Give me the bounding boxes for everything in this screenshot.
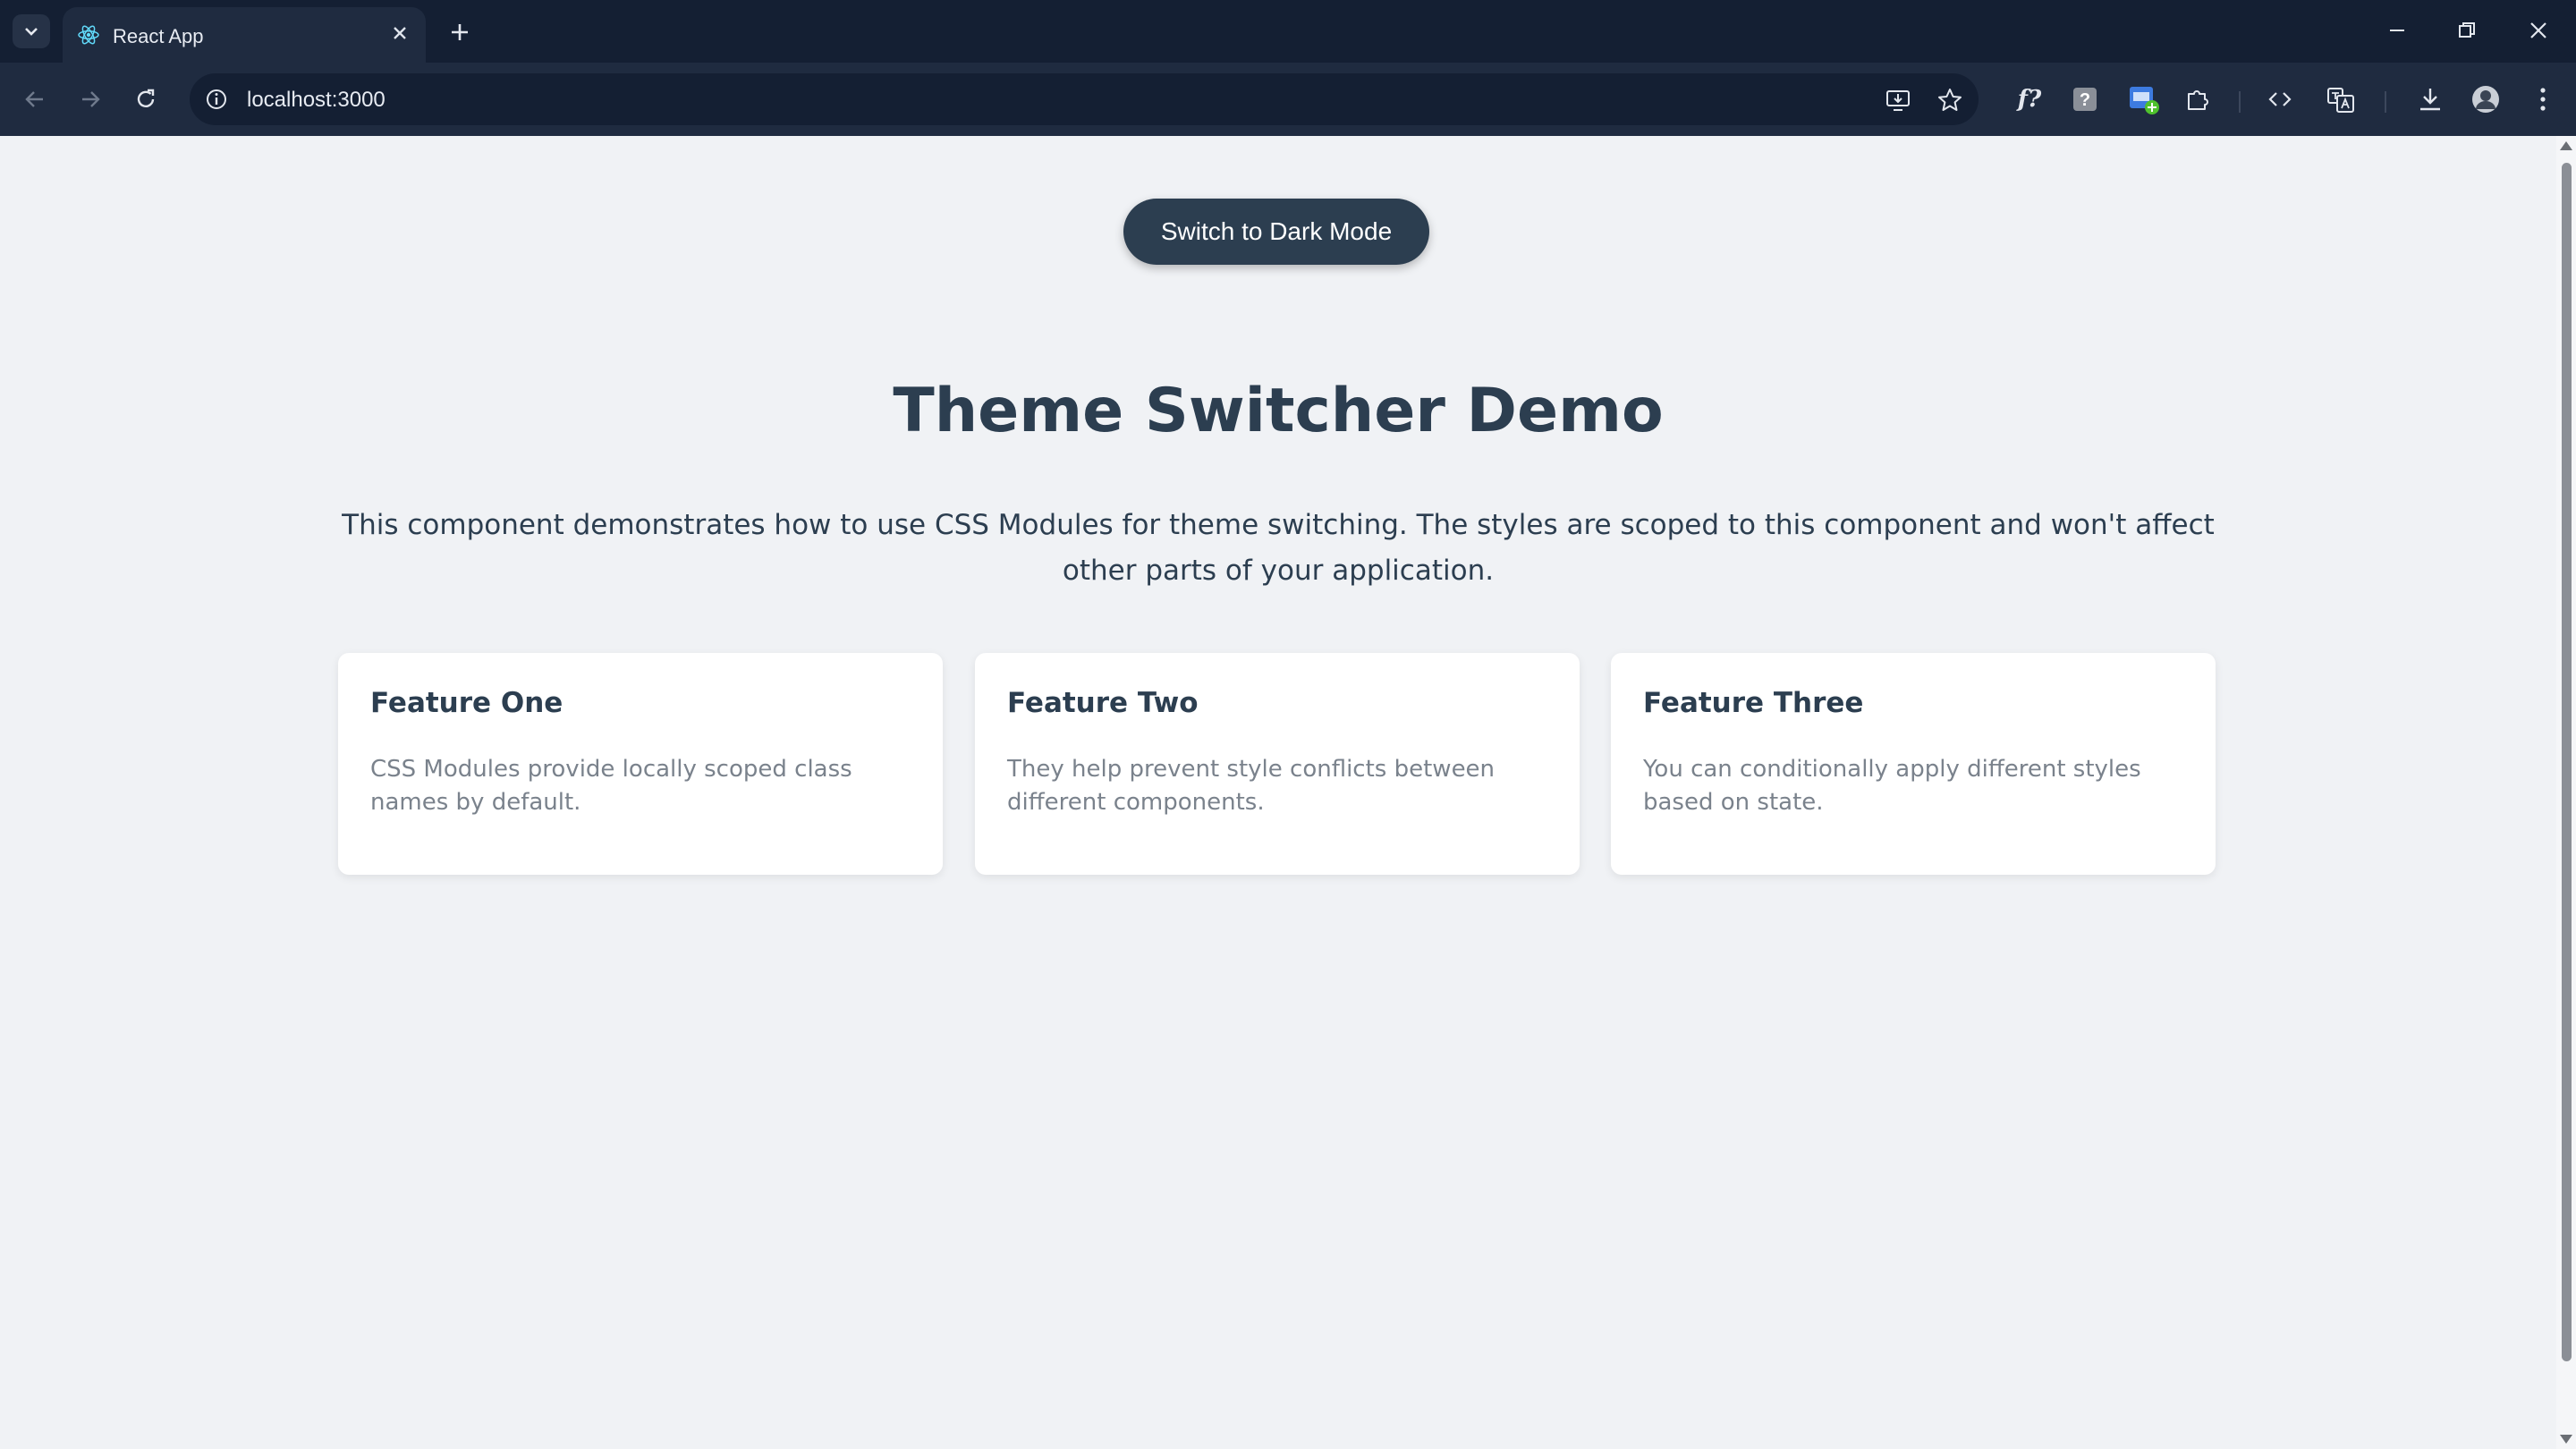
install-app-icon (1886, 90, 1910, 111)
reload-button[interactable] (127, 80, 165, 118)
close-icon (2530, 22, 2546, 38)
scroll-thumb[interactable] (2562, 163, 2572, 1361)
tab-react-app[interactable]: React App (63, 7, 426, 63)
feature-card-title: Feature Two (1007, 687, 1199, 719)
scroll-up-arrow[interactable] (2560, 141, 2572, 150)
arrow-right-icon (82, 91, 100, 107)
browser-toolbar: localhost:3000 f? ? (0, 63, 2576, 136)
reload-icon (137, 89, 155, 107)
avatar-icon (2472, 86, 2499, 113)
downloads-button[interactable] (2411, 80, 2449, 118)
scroll-down-arrow[interactable] (2560, 1435, 2572, 1444)
feature-card-title: Feature Three (1643, 687, 1864, 719)
extensions-button[interactable] (2179, 80, 2216, 118)
feature-card: Feature One CSS Modules provide locally … (338, 653, 943, 875)
back-button[interactable] (16, 80, 54, 118)
toolbar-separator (2239, 91, 2241, 113)
chevron-down-icon (25, 28, 38, 36)
extension-badge-button[interactable] (2125, 80, 2163, 118)
feature-card-text: CSS Modules provide locally scoped class… (370, 756, 852, 816)
extension-function-button[interactable]: f? (2011, 80, 2048, 118)
theme-toggle-button[interactable]: Switch to Dark Mode (1123, 199, 1429, 265)
forward-button[interactable] (72, 80, 109, 118)
address-bar[interactable]: localhost:3000 (190, 73, 1979, 125)
plus-icon (452, 24, 468, 40)
install-app-button[interactable] (1884, 86, 1912, 114)
close-window-button[interactable] (2512, 11, 2565, 50)
help-icon: ? (2073, 88, 2097, 111)
toolbar-separator (2385, 91, 2386, 113)
page-description: This component demonstrates how to use C… (342, 509, 2215, 587)
restore-button[interactable] (2440, 11, 2494, 50)
url-text[interactable]: localhost:3000 (247, 88, 386, 113)
tab-close-button[interactable] (386, 20, 413, 47)
minimize-button[interactable] (2370, 11, 2424, 50)
svg-text:?: ? (2080, 90, 2090, 110)
devtools-button[interactable] (2261, 80, 2299, 118)
profile-button[interactable] (2467, 80, 2504, 118)
feature-card: Feature Two They help prevent style conf… (975, 653, 1580, 875)
function-icon: f? (2017, 86, 2042, 113)
feature-card-text: They help prevent style conflicts betwee… (1007, 756, 1496, 816)
browser-menu-button[interactable] (2524, 80, 2562, 118)
page-title: Theme Switcher Demo (893, 376, 1664, 446)
tab-search-button[interactable] (13, 14, 50, 48)
star-icon (1938, 89, 1962, 111)
browser-tab-strip: React App (0, 0, 2576, 63)
puzzle-icon (2188, 90, 2208, 110)
kebab-menu-icon (2540, 88, 2546, 111)
download-icon (2420, 89, 2440, 111)
extension-help-button[interactable]: ? (2066, 80, 2104, 118)
close-icon (394, 27, 406, 39)
feature-card-text: You can conditionally apply different st… (1643, 756, 2141, 816)
restore-icon (2459, 22, 2475, 38)
extension-badge-icon (2130, 87, 2159, 114)
new-tab-button[interactable] (442, 14, 478, 50)
code-icon (2268, 92, 2292, 106)
minimize-icon (2390, 30, 2404, 31)
tab-title: React App (113, 25, 204, 47)
bookmark-button[interactable] (1936, 86, 1964, 114)
feature-card-title: Feature One (370, 687, 564, 719)
info-icon[interactable] (204, 87, 229, 112)
translate-button[interactable] (2322, 80, 2360, 118)
translate-icon (2327, 88, 2354, 113)
vertical-scrollbar[interactable] (2556, 136, 2576, 1449)
feature-card: Feature Three You can conditionally appl… (1611, 653, 2216, 875)
page-viewport: Switch to Dark Mode Theme Switcher Demo … (0, 136, 2556, 1449)
react-icon (78, 25, 99, 45)
arrow-left-icon (25, 91, 43, 107)
